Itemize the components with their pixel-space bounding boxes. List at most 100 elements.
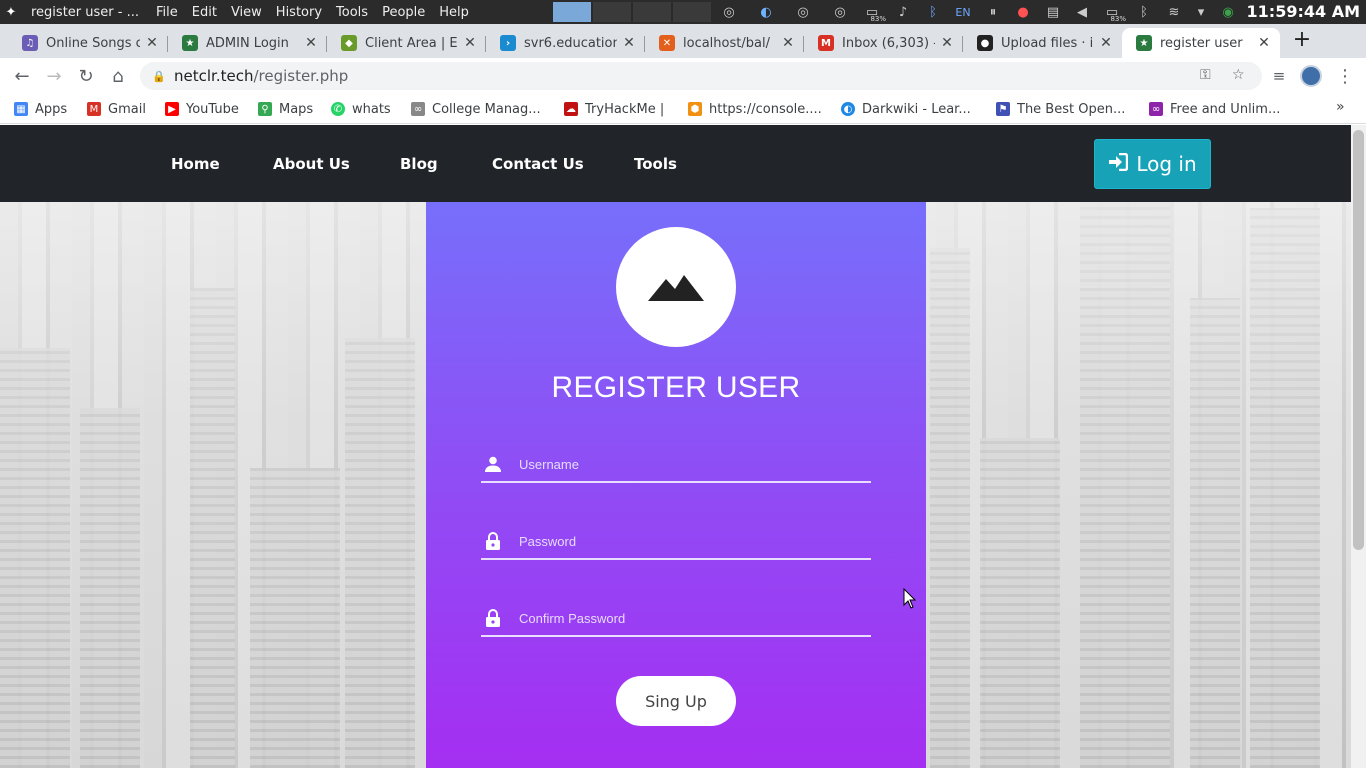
menu-edit[interactable]: Edit: [185, 5, 224, 20]
wifi-icon[interactable]: ≋: [1164, 2, 1184, 22]
forward-arrow-icon[interactable]: →: [41, 63, 67, 89]
workspace-2[interactable]: [593, 2, 631, 22]
key-icon[interactable]: ⚿: [1200, 67, 1211, 83]
sync-icon[interactable]: ◐: [756, 2, 776, 22]
browser-toolbar: ← → ↻ ⌂ 🔒 netclr.tech/register.php ⚿ ☆ ≡…: [0, 58, 1366, 94]
bookmark-label: https://console....: [709, 101, 822, 117]
page-title: REGISTER USER: [551, 371, 801, 404]
media-queue-icon[interactable]: ≡: [1266, 63, 1292, 89]
bookmarks-bar: ▦ Apps M Gmail ▶ YouTube ⚲ Maps ✆ whats ∞ Coll…: [0, 94, 1366, 124]
login-button[interactable]: Log in: [1094, 139, 1211, 189]
home-icon[interactable]: ⌂: [105, 63, 131, 89]
back-arrow-icon[interactable]: ←: [9, 63, 35, 89]
bookmark-free-unlim[interactable]: ∞ Free and Unlim...: [1149, 100, 1280, 118]
nav-tools[interactable]: Tools: [634, 155, 677, 173]
password-input[interactable]: [519, 533, 849, 549]
confirm-password-input[interactable]: [519, 610, 849, 626]
signup-button[interactable]: Sing Up: [616, 676, 736, 726]
window-title: register user - ...: [31, 4, 139, 20]
nav-home[interactable]: Home: [171, 155, 220, 173]
bluetooth-icon[interactable]: ᛒ: [923, 2, 943, 22]
tab-svr6[interactable]: › svr6.education ✕: [486, 28, 645, 58]
bookmark-youtube[interactable]: ▶ YouTube: [165, 100, 239, 118]
lock-icon: 🔒: [152, 69, 166, 83]
menu-history[interactable]: History: [269, 5, 329, 20]
bookmark-label: TryHackMe |: [585, 101, 665, 117]
bookmark-maps[interactable]: ⚲ Maps: [258, 100, 313, 118]
close-icon[interactable]: ✕: [462, 35, 478, 51]
menu-tools[interactable]: Tools: [329, 5, 375, 20]
close-icon[interactable]: ✕: [780, 35, 796, 51]
bookmark-best-open[interactable]: ⚑ The Best Open...: [996, 100, 1125, 118]
tab-localhost[interactable]: ✕ localhost/bal/ ✕: [645, 28, 804, 58]
bookmark-darkwiki[interactable]: ◐ Darkwiki - Lear...: [841, 100, 971, 118]
close-icon[interactable]: ✕: [1098, 35, 1114, 51]
close-icon[interactable]: ✕: [144, 35, 160, 51]
chevron-right-icon[interactable]: »: [1336, 99, 1345, 115]
bookmark-apps[interactable]: ▦ Apps: [14, 100, 67, 118]
redshift-icon[interactable]: ●: [1013, 2, 1033, 22]
bookmark-whats[interactable]: ✆ whats: [331, 100, 391, 118]
scrollbar-thumb[interactable]: [1353, 130, 1364, 550]
volume-icon[interactable]: ◀: [1072, 2, 1092, 22]
language-indicator[interactable]: EN: [953, 2, 973, 22]
clipboard-icon[interactable]: ▤: [1043, 2, 1063, 22]
system-menu-icon[interactable]: ✦: [0, 0, 22, 24]
close-icon[interactable]: ✕: [303, 35, 319, 51]
close-icon[interactable]: ✕: [1256, 35, 1272, 51]
star-bookmark-icon[interactable]: ☆: [1232, 67, 1245, 83]
username-input[interactable]: [519, 456, 849, 472]
profile-avatar[interactable]: [1300, 65, 1322, 87]
menu-help[interactable]: Help: [432, 5, 476, 20]
tab-upload-files[interactable]: ● Upload files · i ✕: [963, 28, 1122, 58]
cpu-monitor-icon[interactable]: ▭ 83%: [862, 2, 886, 24]
bell-icon[interactable]: ♪: [893, 2, 913, 22]
workspace-1[interactable]: [553, 2, 591, 22]
music-favicon-icon: ♫: [22, 35, 38, 51]
more-vert-icon[interactable]: ⋮: [1332, 63, 1358, 89]
menu-view[interactable]: View: [224, 5, 269, 20]
workspace-4[interactable]: [673, 2, 711, 22]
tab-admin-login[interactable]: ★ ADMIN Login ✕: [168, 28, 327, 58]
new-tab-plus-icon[interactable]: +: [1291, 29, 1313, 51]
battery-icon[interactable]: ▭ 83%: [1102, 2, 1126, 24]
bookmark-console[interactable]: ⬢ https://console....: [688, 100, 822, 118]
address-bar[interactable]: 🔒 netclr.tech/register.php ⚿ ☆: [140, 62, 1262, 90]
pause-icon[interactable]: ⏸: [983, 2, 1003, 22]
youtube-icon: ▶: [165, 102, 179, 116]
username-field: [481, 447, 871, 483]
tab-client-area[interactable]: ◆ Client Area | E ✕: [327, 28, 486, 58]
tryhackme-icon: ☁: [564, 102, 578, 116]
circle-indicator-icon[interactable]: ◎: [830, 2, 850, 22]
system-top-bar: ✦ register user - ... File Edit View His…: [0, 0, 1366, 24]
nav-contact-us[interactable]: Contact Us: [492, 155, 584, 173]
tab-register-user[interactable]: ★ register user ✕: [1122, 28, 1280, 58]
nav-blog[interactable]: Blog: [400, 155, 438, 173]
dropdown-triangle-icon[interactable]: ▾: [1191, 2, 1211, 22]
tab-label: ADMIN Login: [206, 35, 289, 51]
close-icon[interactable]: ✕: [621, 35, 637, 51]
bookmark-college[interactable]: ∞ College Manag...: [411, 100, 541, 118]
menu-people[interactable]: People: [375, 5, 432, 20]
user-icon: [482, 456, 504, 472]
menu-file[interactable]: File: [149, 5, 185, 20]
register-card: REGISTER USER Sing Up: [426, 202, 926, 768]
tab-inbox[interactable]: M Inbox (6,303) - ✕: [804, 28, 963, 58]
admin-favicon-icon: ★: [182, 35, 198, 51]
bookmark-label: The Best Open...: [1017, 101, 1126, 117]
loop-icon: ∞: [1149, 102, 1163, 116]
lock-icon: [482, 532, 504, 550]
tab-online-songs[interactable]: ♫ Online Songs c ✕: [8, 28, 168, 58]
bookmark-tryhackme[interactable]: ☁ TryHackMe |: [564, 100, 664, 118]
workspace-3[interactable]: [633, 2, 671, 22]
bluetooth-icon[interactable]: ᛒ: [1134, 2, 1154, 22]
reload-icon[interactable]: ↻: [73, 63, 99, 89]
nav-about-us[interactable]: About Us: [273, 155, 350, 173]
close-icon[interactable]: ✕: [939, 35, 955, 51]
circle-indicator-icon[interactable]: ◎: [719, 2, 739, 22]
chevron-favicon-icon: ›: [500, 35, 516, 51]
bookmark-gmail[interactable]: M Gmail: [87, 100, 146, 118]
bookmark-label: Free and Unlim...: [1170, 101, 1281, 117]
circle-indicator-icon[interactable]: ◎: [793, 2, 813, 22]
network-status-icon[interactable]: ◉: [1218, 2, 1238, 22]
